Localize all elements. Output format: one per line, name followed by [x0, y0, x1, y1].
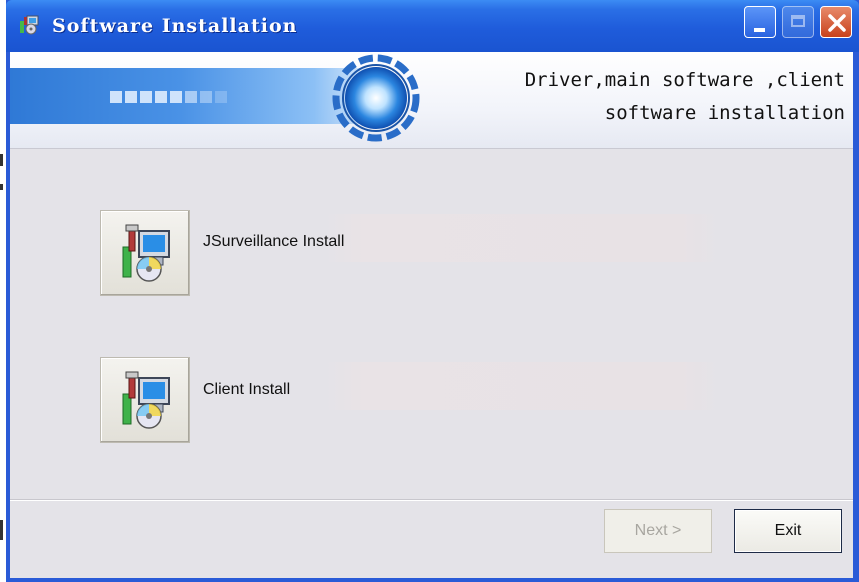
client-install-label: Client Install [203, 381, 291, 398]
next-button[interactable]: Next > [604, 509, 712, 553]
client-install-button[interactable] [100, 357, 190, 443]
title-bar[interactable]: Software Installation [6, 0, 859, 52]
footer-separator [10, 499, 853, 501]
window-title: Software Installation [52, 15, 298, 37]
left-edge-mark [0, 154, 3, 166]
exit-button[interactable]: Exit [734, 509, 842, 553]
minimize-button[interactable] [744, 6, 776, 38]
jsurveillance-install-label: JSurveillance Install [203, 233, 345, 250]
banner-line-1: Driver,main software ,client [524, 69, 845, 91]
installer-window: Software Installation Driver,main softwa… [6, 0, 859, 582]
install-computer-cd-icon [122, 371, 170, 429]
jsurveillance-install-button[interactable] [100, 210, 190, 296]
banner-blocks [110, 90, 230, 108]
left-edge-mark [0, 184, 3, 190]
banner-description: Driver,main software ,client software in… [525, 64, 845, 130]
maximize-button[interactable] [782, 6, 814, 38]
left-edge-mark [0, 520, 3, 540]
install-computer-cd-icon [122, 224, 170, 282]
close-icon [828, 14, 846, 32]
option-highlight-strip [324, 214, 720, 262]
banner-line-2: software installation [604, 102, 845, 124]
setup-icon [18, 13, 40, 35]
banner-orb-graphic [332, 54, 420, 142]
close-button[interactable] [820, 6, 852, 38]
client-area: Driver,main software ,client software in… [10, 52, 853, 578]
option-highlight-strip [324, 362, 720, 410]
header-banner: Driver,main software ,client software in… [10, 52, 853, 149]
